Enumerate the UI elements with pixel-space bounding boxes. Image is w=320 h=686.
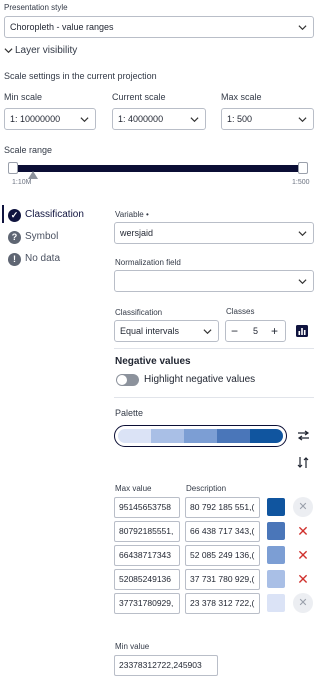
variable-value: wersjaid — [120, 228, 154, 238]
chevron-down-icon — [4, 48, 13, 54]
max-scale-label: Max scale — [221, 92, 262, 102]
variable-label: Variable • — [115, 210, 149, 219]
classification-select[interactable]: Equal intervals — [114, 320, 219, 342]
scale-range-left-tick: 1:10M — [12, 179, 32, 186]
remove-range-icon[interactable]: ✕ — [293, 521, 313, 541]
remove-range-icon[interactable]: ✕ — [293, 569, 313, 589]
classes-stepper[interactable]: − 5 + — [225, 320, 286, 342]
range-color-swatch[interactable] — [267, 570, 285, 588]
chevron-down-icon — [203, 329, 212, 335]
variable-select[interactable]: wersjaid — [114, 222, 314, 244]
remove-range-icon[interactable]: ✕ — [293, 545, 313, 565]
range-color-swatch[interactable] — [267, 546, 285, 564]
range-description-input[interactable]: 80 792 185 551,( — [185, 497, 260, 518]
chevron-down-icon — [80, 117, 89, 123]
scale-range-left-handle[interactable] — [8, 162, 18, 174]
question-icon: ? — [8, 230, 21, 244]
layer-visibility-toggle[interactable]: Layer visibility — [4, 45, 77, 56]
palette-selector[interactable] — [114, 425, 287, 447]
presentation-style-select[interactable]: Choropleth - value ranges — [4, 16, 314, 38]
minus-icon[interactable]: − — [231, 321, 238, 341]
presentation-style-label: Presentation style — [4, 3, 68, 12]
chevron-down-icon — [298, 231, 307, 237]
chevron-down-icon — [298, 25, 307, 31]
classification-value: Equal intervals — [120, 326, 180, 336]
scale-range-slider[interactable] — [8, 162, 308, 176]
sort-arrows-icon[interactable] — [297, 456, 309, 469]
range-description-input[interactable]: 66 438 717 343,( — [185, 521, 260, 542]
classes-label: Classes — [226, 307, 255, 316]
description-header: Description — [186, 484, 227, 493]
current-scale-prefix: 1: — [118, 114, 126, 124]
layer-visibility-label: Layer visibility — [15, 45, 78, 56]
nav-symbol[interactable]: ? Symbol — [8, 229, 58, 245]
min-value-label: Min value — [115, 642, 150, 651]
range-description-input[interactable]: 37 731 780 929,( — [185, 569, 260, 590]
range-max-input[interactable]: 37731780929, — [114, 593, 180, 614]
remove-range-icon[interactable]: ✕ — [293, 593, 313, 613]
nav-no-data-label: No data — [25, 253, 61, 264]
current-scale-label: Current scale — [112, 92, 166, 102]
negative-values-title: Negative values — [115, 356, 191, 367]
range-description-input[interactable]: 52 085 249 136,( — [185, 545, 260, 566]
histogram-icon[interactable] — [296, 325, 308, 337]
nav-no-data[interactable]: ! No data — [8, 251, 60, 267]
nav-classification[interactable]: ✓ Classification — [8, 207, 84, 223]
scale-range-right-tick: 1:500 — [292, 179, 310, 186]
palette-label: Palette — [115, 408, 144, 418]
normalization-label: Normalization field — [115, 258, 181, 267]
max-scale-value: 500 — [237, 114, 253, 124]
current-scale-value: 4000000 — [128, 114, 164, 124]
checkmark-icon: ✓ — [8, 208, 21, 222]
palette-color-stop — [118, 429, 151, 443]
normalization-select[interactable] — [114, 270, 314, 292]
range-max-input[interactable]: 66438717343 — [114, 545, 180, 566]
palette-color-stop — [184, 429, 217, 443]
range-color-swatch[interactable] — [267, 522, 285, 540]
min-scale-label: Min scale — [4, 92, 43, 102]
min-scale-select[interactable]: 1: 10000000 — [4, 108, 96, 130]
palette-color-stop — [217, 429, 250, 443]
chevron-down-icon — [298, 117, 307, 123]
scale-range-right-handle[interactable] — [298, 162, 308, 174]
swap-arrows-icon[interactable] — [297, 430, 310, 441]
divider — [114, 397, 314, 398]
presentation-style-value: Choropleth - value ranges — [10, 22, 114, 32]
min-scale-prefix: 1: — [10, 114, 18, 124]
classification-label: Classification — [115, 308, 163, 317]
scale-range-label: Scale range — [4, 145, 53, 155]
divider — [114, 348, 314, 349]
min-value-input[interactable]: 23378312722,245903 — [114, 655, 218, 676]
exclamation-icon: ! — [8, 252, 21, 266]
range-color-swatch[interactable] — [267, 498, 285, 516]
palette-color-stop — [250, 429, 283, 443]
current-scale-select[interactable]: 1: 4000000 — [112, 108, 206, 130]
palette-color-stop — [151, 429, 184, 443]
toggle-knob — [117, 375, 127, 385]
scale-settings-title: Scale settings in the current projection — [4, 71, 157, 81]
min-scale-value: 10000000 — [20, 114, 61, 124]
max-value-header: Max value — [115, 484, 152, 493]
chevron-down-icon — [190, 117, 199, 123]
highlight-negative-toggle[interactable] — [116, 374, 139, 386]
nav-classification-label: Classification — [25, 209, 84, 220]
scale-range-track — [8, 165, 308, 172]
range-color-swatch[interactable] — [267, 594, 285, 612]
max-scale-prefix: 1: — [227, 114, 235, 124]
classes-value[interactable]: 5 — [253, 321, 258, 341]
max-scale-select[interactable]: 1: 500 — [221, 108, 314, 130]
nav-symbol-label: Symbol — [25, 231, 59, 242]
nav-active-indicator — [2, 205, 4, 223]
highlight-negative-label: Highlight negative values — [144, 374, 256, 385]
chevron-down-icon — [298, 279, 307, 285]
palette-ramp — [118, 429, 283, 443]
range-max-input[interactable]: 80792185551, — [114, 521, 180, 542]
range-max-input[interactable]: 52085249136 — [114, 569, 180, 590]
plus-icon[interactable]: + — [271, 321, 278, 341]
current-scale-marker-icon — [28, 171, 38, 179]
remove-range-icon[interactable]: ✕ — [293, 497, 313, 517]
range-max-input[interactable]: 95145653758 — [114, 497, 180, 518]
range-description-input[interactable]: 23 378 312 722,( — [185, 593, 260, 614]
